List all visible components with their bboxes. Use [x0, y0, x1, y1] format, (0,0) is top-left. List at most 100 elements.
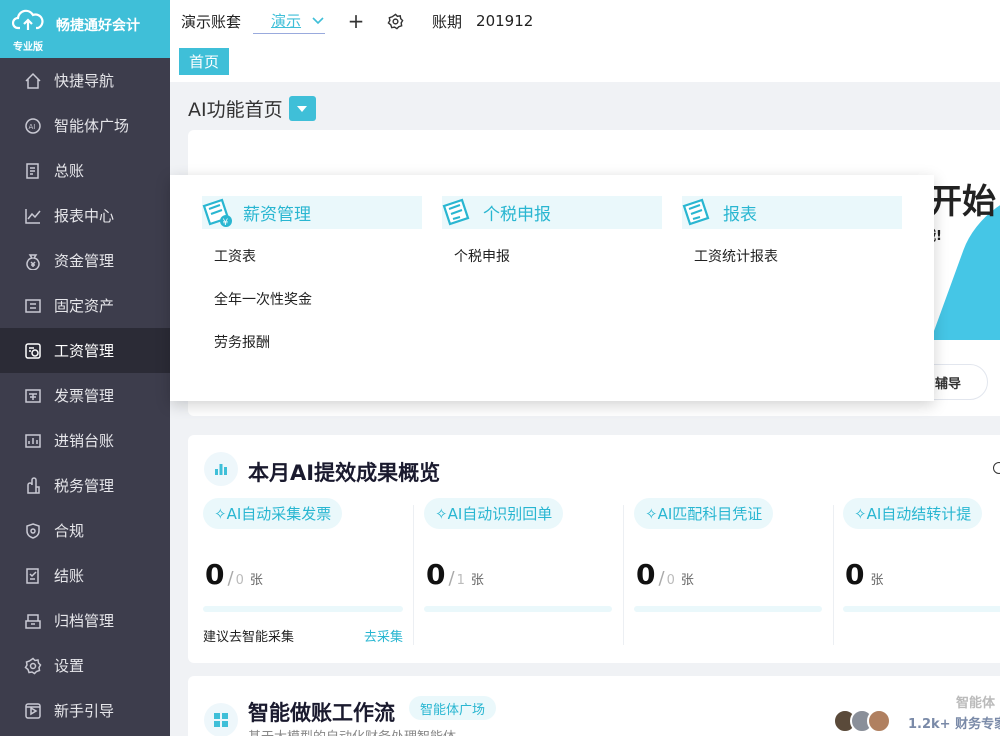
gear-icon[interactable]	[387, 12, 404, 30]
sidebar-item-archive[interactable]: 归档管理	[0, 598, 170, 643]
video-icon	[24, 702, 42, 720]
workflow-subtitle: 基于大模型的自动化财务处理智能体	[248, 726, 456, 736]
tab-strip: 首页	[170, 42, 1000, 82]
tab-home[interactable]: 首页	[179, 48, 229, 75]
metric-done: 0	[426, 558, 446, 591]
chevron-down-icon	[312, 16, 324, 24]
metric-progress-bar	[203, 606, 403, 612]
sidebar-item-agent-square[interactable]: AI 智能体广场	[0, 103, 170, 148]
sidebar-item-label: 快捷导航	[54, 72, 115, 90]
ai-achievement-card: 本月AI提效成果概览 ✧ AI自动采集发票 0/0 张 建议去智能采集 去采集 ✧ A…	[188, 435, 1000, 663]
metric-done: 0	[205, 558, 225, 591]
sidebar-item-label: 智能体广场	[54, 117, 130, 135]
metric-tip: 建议去智能采集	[203, 630, 295, 645]
metric-slash: /	[227, 568, 234, 589]
sidebar-nav: 快捷导航 AI 智能体广场 总账 报表中心 资金管理 固定资产 工资管理 发票管	[0, 58, 170, 733]
chart-icon	[24, 207, 42, 225]
sidebar-item-onboarding[interactable]: 新手引导	[0, 688, 170, 733]
metric-invoice-collection: ✧ AI自动采集发票 0/0 张 建议去智能采集 去采集	[203, 498, 403, 648]
sidebar-item-label: 资金管理	[54, 252, 115, 270]
info-icon[interactable]	[993, 462, 1000, 474]
caret-down-icon	[297, 105, 308, 112]
sidebar-item-label: 进销台账	[54, 432, 115, 450]
account-set-label: 演示账套	[181, 12, 242, 31]
menu-column-title: 个税申报	[483, 205, 551, 225]
menu-column-reports: 报表 工资统计报表	[682, 196, 902, 272]
banner-headline: 开始	[928, 182, 996, 222]
metric-value: 0张	[845, 558, 884, 591]
sidebar-item-general-ledger[interactable]: 总账	[0, 148, 170, 193]
metric-tag: ✧ AI自动结转计提	[843, 498, 983, 529]
metric-total: 0	[666, 573, 675, 588]
checkout-icon	[24, 567, 42, 585]
account-set-select[interactable]: 演示	[253, 8, 326, 34]
workflow-right-label: 智能体	[956, 696, 996, 711]
metric-progress-bar	[634, 606, 822, 612]
sidebar-item-label: 新手引导	[54, 702, 115, 720]
metric-value: 0/0 张	[636, 558, 694, 591]
sidebar-item-closing[interactable]: 结账	[0, 553, 170, 598]
agent-square-tag[interactable]: 智能体广场	[409, 696, 497, 720]
period-value[interactable]: 201912	[476, 12, 533, 30]
payroll-icon	[24, 342, 42, 360]
sidebar-item-payroll[interactable]: 工资管理	[0, 328, 170, 373]
metric-tag-label: AI自动结转计提	[866, 505, 972, 523]
metric-tag: ✧ AI匹配科目凭证	[634, 498, 774, 529]
report-doc-icon	[682, 198, 710, 225]
divider	[833, 505, 834, 645]
sidebar-item-inventory-ledger[interactable]: 进销台账	[0, 418, 170, 463]
menu-column-header: ¥ 薪资管理	[202, 196, 422, 229]
grid-icon	[204, 703, 238, 736]
metric-slash: /	[658, 568, 665, 589]
sidebar-item-tax[interactable]: 税务管理	[0, 463, 170, 508]
metric-tag: ✧ AI自动识别回单	[424, 498, 564, 529]
divider	[623, 505, 624, 645]
sidebar: 畅捷通好会计 专业版 快捷导航 AI 智能体广场 总账 报表中心 资金管理 固定…	[0, 0, 170, 736]
brand-header[interactable]: 畅捷通好会计 专业版	[0, 0, 170, 58]
sidebar-item-quick-nav[interactable]: 快捷导航	[0, 58, 170, 103]
sidebar-item-invoices[interactable]: 发票管理	[0, 373, 170, 418]
menu-link-annual-bonus[interactable]: 全年一次性奖金	[214, 289, 422, 315]
add-account-button[interactable]: +	[347, 9, 365, 33]
metric-tag-label: AI匹配科目凭证	[657, 505, 763, 523]
brand-edition: 专业版	[13, 42, 43, 53]
sidebar-item-fixed-assets[interactable]: 固定资产	[0, 283, 170, 328]
menu-link-payroll-stats-report[interactable]: 工资统计报表	[694, 246, 902, 272]
metric-total: 0	[235, 573, 244, 588]
asset-icon	[24, 297, 42, 315]
expert-avatars	[833, 709, 891, 733]
title-dropdown-button[interactable]	[288, 96, 316, 121]
ai-icon: AI	[24, 117, 42, 135]
experts-count: 1.2k+ 财务专家	[908, 717, 1000, 732]
go-collect-link[interactable]: 去采集	[364, 626, 403, 645]
tax-icon	[24, 476, 42, 495]
metric-done: 0	[845, 558, 865, 591]
metric-subject-matching: ✧ AI匹配科目凭证 0/0 张	[634, 498, 822, 648]
divider	[413, 505, 414, 645]
sidebar-item-label: 报表中心	[54, 207, 115, 225]
menu-link-salary-sheet[interactable]: 工资表	[214, 246, 422, 272]
inventory-icon	[24, 432, 42, 450]
sidebar-item-funds[interactable]: 资金管理	[0, 238, 170, 283]
metric-unit: 张	[249, 573, 263, 588]
sidebar-item-compliance[interactable]: 合规	[0, 508, 170, 553]
sidebar-item-label: 设置	[54, 657, 85, 675]
metric-tag-label: AI自动识别回单	[447, 505, 553, 523]
sidebar-item-reports[interactable]: 报表中心	[0, 193, 170, 238]
payroll-doc-icon: ¥	[202, 198, 232, 228]
sparkle-icon: ✧	[645, 504, 658, 523]
sidebar-item-settings[interactable]: 设置	[0, 643, 170, 688]
metric-total: 1	[456, 573, 465, 588]
svg-text:AI: AI	[29, 123, 36, 131]
account-set-value: 演示	[271, 12, 302, 30]
menu-column-title: 报表	[723, 205, 757, 225]
period-label: 账期	[432, 12, 463, 31]
metric-slash: /	[448, 568, 455, 589]
metric-unit: 张	[680, 573, 694, 588]
menu-link-income-tax-filing[interactable]: 个税申报	[454, 246, 662, 272]
tax-doc-icon	[442, 198, 470, 225]
menu-link-labor-remuneration[interactable]: 劳务报酬	[214, 332, 422, 358]
metric-value: 0/1 张	[426, 558, 484, 591]
menu-column-title: 薪资管理	[243, 205, 311, 225]
sidebar-item-label: 发票管理	[54, 387, 115, 405]
